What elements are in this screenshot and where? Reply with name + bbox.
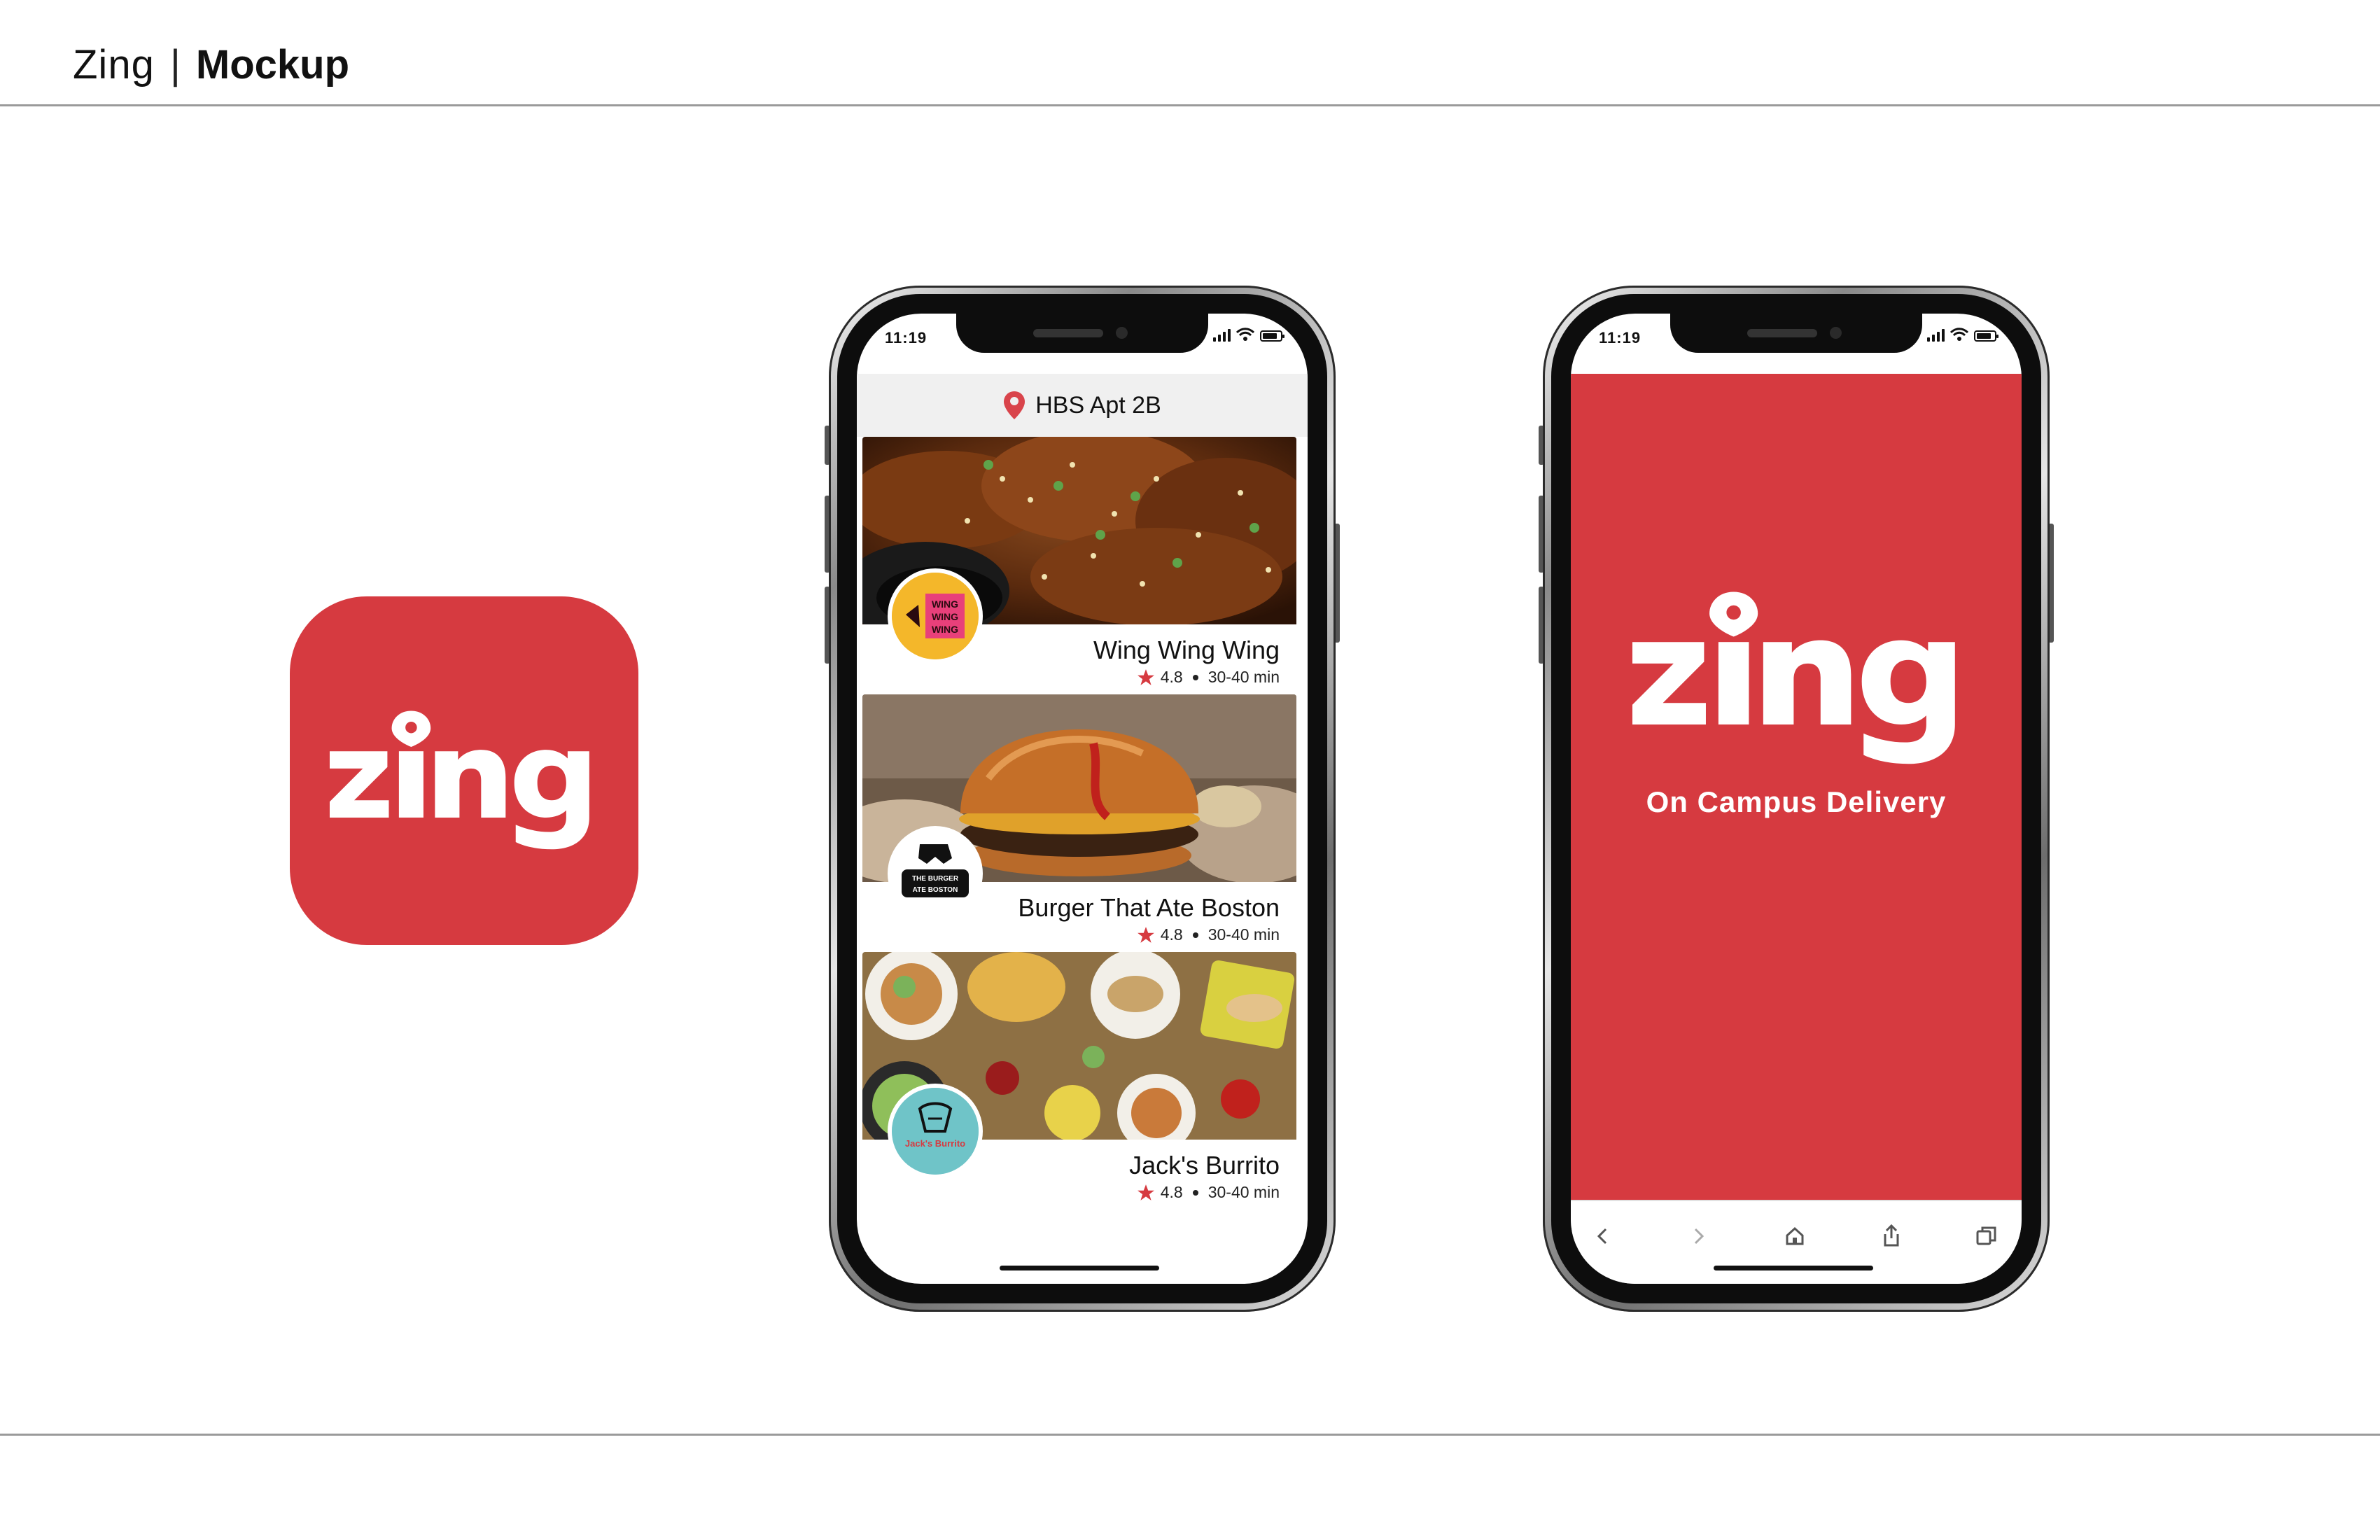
restaurant-name: Wing Wing Wing: [1093, 636, 1280, 664]
svg-text:WING: WING: [932, 624, 958, 635]
home-indicator[interactable]: [1714, 1266, 1873, 1270]
app-icon[interactable]: [290, 596, 638, 945]
bullet-separator: [1192, 932, 1198, 938]
location-label: HBS Apt 2B: [1035, 391, 1161, 419]
forward-button[interactable]: [1677, 1215, 1719, 1257]
phone-splash-screen: 11:19 On Campus Delivery: [1539, 286, 2054, 1312]
restaurant-card-burger-that-ate-boston[interactable]: THE BURGER ATE BOSTON Burger That Ate Bo…: [862, 694, 1296, 946]
back-icon: [1597, 1228, 1607, 1245]
battery-icon: [1974, 330, 1998, 342]
wifi-icon: [1236, 328, 1254, 341]
phone-screen: 11:19 HBS Apt 2B WING WING WING Wing Win…: [857, 314, 1308, 1284]
wifi-icon: [1950, 328, 1968, 341]
restaurant-delivery-time: 30-40 min: [1208, 1183, 1280, 1201]
location-bar[interactable]: HBS Apt 2B: [857, 374, 1308, 437]
share-button[interactable]: [1870, 1215, 1912, 1257]
signal-icon: [1213, 328, 1231, 342]
restaurant-meta: 4.8 30-40 min: [1137, 1183, 1280, 1202]
restaurant-logo-burger-that-ate-boston: THE BURGER ATE BOSTON: [892, 830, 979, 917]
home-indicator[interactable]: [1000, 1266, 1159, 1270]
restaurant-name: Jack's Burrito: [1129, 1151, 1280, 1180]
phone-notch: [1670, 314, 1922, 353]
svg-text:WING: WING: [932, 598, 958, 610]
star-icon: [1137, 668, 1154, 685]
svg-text:WING: WING: [932, 611, 958, 622]
star-icon: [1137, 1184, 1154, 1200]
restaurant-name: Burger That Ate Boston: [1018, 893, 1280, 922]
home-icon: [1786, 1226, 1804, 1245]
svg-text:Jack's Burrito: Jack's Burrito: [905, 1138, 965, 1149]
header-brand: Zing: [73, 41, 155, 88]
status-icons: [1213, 328, 1284, 342]
location-pin-icon: [1004, 391, 1026, 419]
phone-restaurant-list: 11:19 HBS Apt 2B WING WING WING Wing Win…: [825, 286, 1340, 1312]
forward-icon: [1694, 1228, 1704, 1245]
svg-text:ATE BOSTON: ATE BOSTON: [913, 886, 958, 894]
splash-tagline: On Campus Delivery: [1646, 785, 1947, 818]
zing-logo-icon: [1632, 592, 1955, 764]
share-icon: [1884, 1224, 1899, 1247]
restaurant-logo-wing-wing-wing: WING WING WING: [892, 573, 979, 659]
restaurant-meta: 4.8 30-40 min: [1137, 668, 1280, 687]
header-separator: |: [169, 41, 181, 88]
footer-divider: [0, 1434, 2380, 1436]
status-time: 11:19: [1599, 329, 1642, 346]
splash-background: On Campus Delivery: [1571, 374, 2022, 1200]
bullet-separator: [1192, 674, 1198, 680]
restaurant-rating: 4.8: [1160, 668, 1183, 686]
svg-text:THE BURGER: THE BURGER: [912, 875, 959, 883]
page-header: Zing | Mockup: [73, 36, 349, 92]
signal-icon: [1927, 328, 1945, 342]
header-divider: [0, 104, 2380, 106]
tabs-button[interactable]: [1966, 1215, 2008, 1257]
back-button[interactable]: [1582, 1215, 1624, 1257]
browser-toolbar: [1571, 1200, 2022, 1284]
restaurant-logo-jacks-burrito: Jack's Burrito: [892, 1088, 979, 1175]
restaurant-rating: 4.8: [1160, 925, 1183, 944]
restaurant-rating: 4.8: [1160, 1183, 1183, 1201]
star-icon: [1137, 926, 1154, 943]
restaurant-meta: 4.8 30-40 min: [1137, 925, 1280, 944]
status-icons: [1927, 328, 1998, 342]
battery-icon: [1260, 330, 1284, 342]
status-time: 11:19: [885, 329, 927, 346]
zing-logo-icon: [330, 710, 589, 850]
restaurant-delivery-time: 30-40 min: [1208, 925, 1280, 944]
restaurant-card-jacks-burrito[interactable]: Jack's Burrito Jack's Burrito 4.8 30-40 …: [862, 952, 1296, 1204]
restaurant-delivery-time: 30-40 min: [1208, 668, 1280, 686]
restaurant-card-wing-wing-wing[interactable]: WING WING WING Wing Wing Wing 4.8 30-40 …: [862, 437, 1296, 689]
header-section: Mockup: [195, 41, 350, 88]
home-button[interactable]: [1774, 1215, 1816, 1257]
tabs-icon: [1976, 1226, 1996, 1245]
bullet-separator: [1192, 1189, 1198, 1196]
phone-screen: 11:19 On Campus Delivery: [1571, 314, 2022, 1284]
phone-notch: [956, 314, 1208, 353]
